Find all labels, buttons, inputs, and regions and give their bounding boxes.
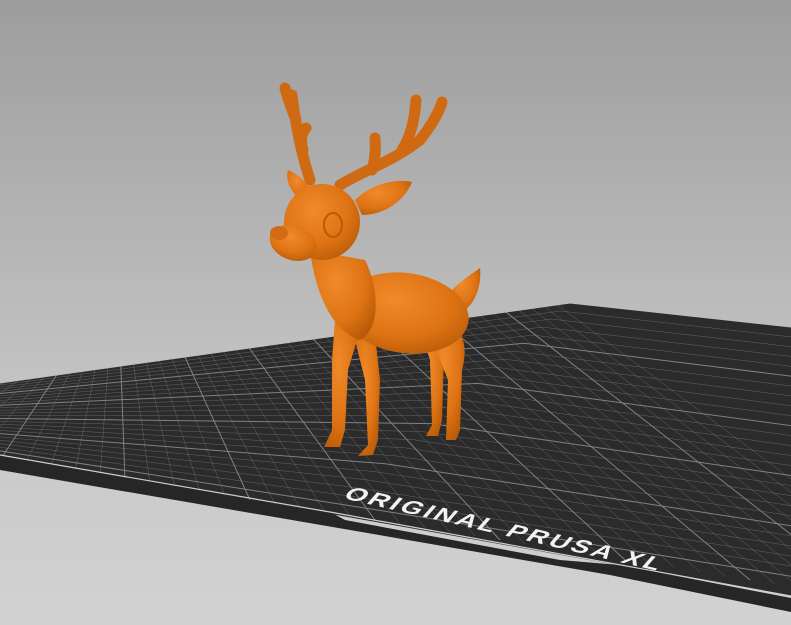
deer-nose: [270, 226, 288, 240]
3d-viewport[interactable]: ORIGINAL PRUSA XL: [0, 0, 791, 625]
deer-neck: [310, 250, 376, 340]
antlers: [279, 82, 448, 191]
scene: ORIGINAL PRUSA XL: [0, 82, 791, 612]
deer-right-ear: [355, 180, 412, 215]
